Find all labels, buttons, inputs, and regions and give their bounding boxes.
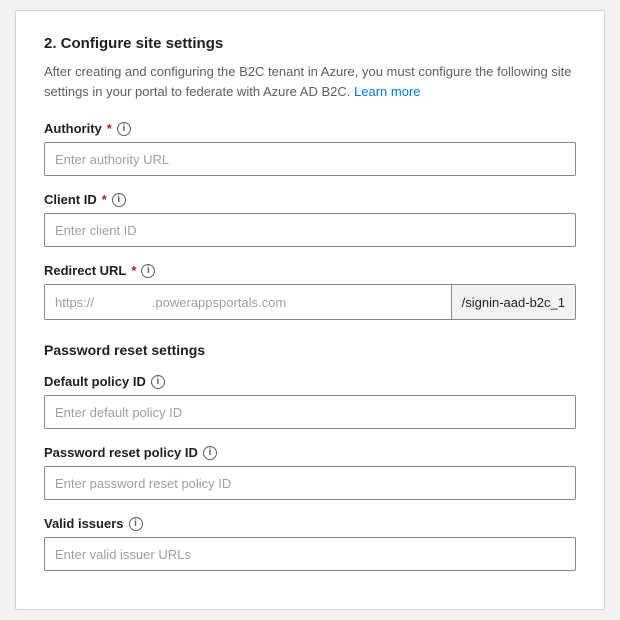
- default-policy-id-input[interactable]: [44, 395, 576, 429]
- client-id-info-icon[interactable]: i: [112, 193, 126, 207]
- default-policy-id-field-group: Default policy ID i: [44, 374, 576, 429]
- client-id-required-star: *: [102, 192, 107, 207]
- client-id-field-group: Client ID * i: [44, 192, 576, 247]
- valid-issuers-field-group: Valid issuers i: [44, 516, 576, 571]
- section-description: After creating and configuring the B2C t…: [44, 62, 576, 101]
- configure-site-settings-card: 2. Configure site settings After creatin…: [15, 10, 605, 610]
- valid-issuers-info-icon[interactable]: i: [129, 517, 143, 531]
- valid-issuers-label: Valid issuers i: [44, 516, 576, 531]
- learn-more-link[interactable]: Learn more: [354, 84, 420, 99]
- password-reset-policy-id-input[interactable]: [44, 466, 576, 500]
- redirect-url-required-star: *: [131, 263, 136, 278]
- redirect-url-info-icon[interactable]: i: [141, 264, 155, 278]
- description-text: After creating and configuring the B2C t…: [44, 64, 572, 99]
- section-title: 2. Configure site settings: [44, 35, 576, 52]
- password-reset-section-title: Password reset settings: [44, 342, 576, 358]
- password-reset-policy-id-info-icon[interactable]: i: [203, 446, 217, 460]
- redirect-url-suffix: /signin-aad-b2c_1: [451, 285, 575, 319]
- default-policy-id-info-icon[interactable]: i: [151, 375, 165, 389]
- redirect-url-input[interactable]: [45, 285, 451, 319]
- authority-input[interactable]: [44, 142, 576, 176]
- password-reset-policy-id-label: Password reset policy ID i: [44, 445, 576, 460]
- valid-issuers-input[interactable]: [44, 537, 576, 571]
- password-reset-divider: Password reset settings: [44, 342, 576, 358]
- authority-info-icon[interactable]: i: [117, 122, 131, 136]
- client-id-input[interactable]: [44, 213, 576, 247]
- client-id-label: Client ID * i: [44, 192, 576, 207]
- redirect-url-wrapper: /signin-aad-b2c_1: [44, 284, 576, 320]
- redirect-url-field-group: Redirect URL * i /signin-aad-b2c_1: [44, 263, 576, 320]
- authority-required-star: *: [107, 121, 112, 136]
- password-reset-policy-id-field-group: Password reset policy ID i: [44, 445, 576, 500]
- redirect-url-label: Redirect URL * i: [44, 263, 576, 278]
- authority-label: Authority * i: [44, 121, 576, 136]
- default-policy-id-label: Default policy ID i: [44, 374, 576, 389]
- authority-field-group: Authority * i: [44, 121, 576, 176]
